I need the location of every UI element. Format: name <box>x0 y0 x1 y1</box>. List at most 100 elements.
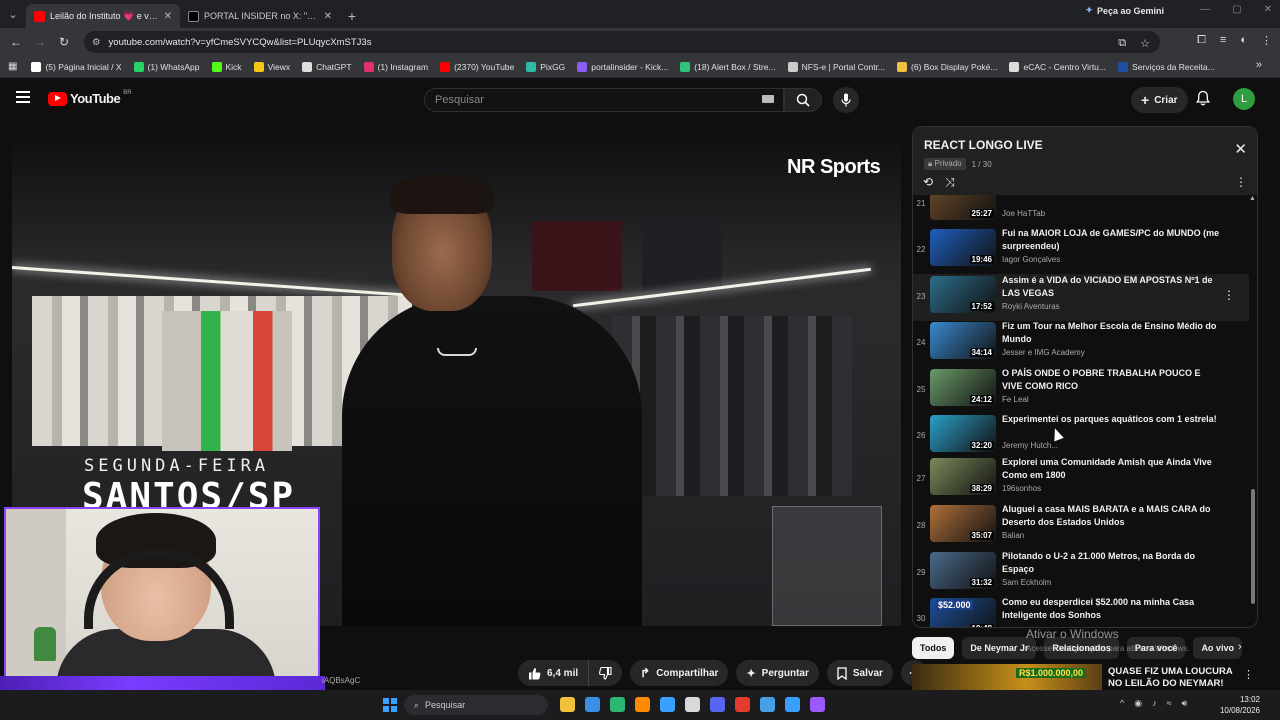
bookmark-item[interactable]: (6) Box Display Poké... <box>891 61 1003 72</box>
bookmark-item[interactable]: (18) Alert Box / Stre... <box>674 61 781 72</box>
playlist-item-thumbnail[interactable]: 25:27 <box>930 195 996 220</box>
dislike-button[interactable] <box>588 660 623 686</box>
account-avatar[interactable]: L <box>1233 88 1255 110</box>
taskbar-app-icon[interactable] <box>760 697 775 712</box>
playlist-item-title[interactable]: Pilotando o U-2 a 21.000 Metros, na Bord… <box>1002 550 1220 576</box>
tab-active[interactable]: Leilão do Instituto 💗 e viagem ✕ <box>26 4 180 28</box>
playlist-item-thumbnail[interactable]: 32:20 <box>930 415 996 452</box>
notifications-button[interactable] <box>1196 90 1210 111</box>
playlist-item[interactable]: 27 38:29 Explorei uma Comunidade Amish que… <box>913 456 1249 503</box>
playlist-item-thumbnail[interactable]: 19:46 <box>930 229 996 266</box>
playlist-item-thumbnail[interactable]: 31:32 <box>930 552 996 589</box>
playlist-item-thumbnail[interactable]: 17:52 <box>930 276 996 313</box>
bookmarks-overflow-icon[interactable]: » <box>1256 59 1262 71</box>
taskbar-app-icon[interactable] <box>810 697 825 712</box>
maximize-button[interactable]: ▢ <box>1232 4 1241 15</box>
playlist-item-thumbnail[interactable]: 38:29 <box>930 458 996 495</box>
playlist-item-title[interactable]: Experimentei os parques aquáticos com 1 … <box>1002 413 1220 426</box>
youtube-logo[interactable]: YouTube BR <box>48 90 132 106</box>
close-playlist-icon[interactable]: ✕ <box>1234 140 1247 158</box>
chips-next-icon[interactable]: › <box>1238 641 1242 653</box>
site-info-icon[interactable]: ⚙ <box>92 37 101 48</box>
bookmark-item[interactable]: Viewx <box>248 61 297 72</box>
playlist-item-title[interactable]: Assim é a VIDA do VICIADO EM APOSTAS Nº1… <box>1002 274 1220 300</box>
bookmark-item[interactable]: (5) Página Inicial / X <box>25 61 127 72</box>
playlist-item[interactable]: 28 35:07 Aluguei a casa MAIS BARATA e a MA… <box>913 503 1249 550</box>
tab-inactive[interactable]: PORTAL INSIDER no X: "Con ✕ <box>180 4 340 28</box>
bookmark-item[interactable]: portalinsider - Kick... <box>571 61 674 72</box>
save-button[interactable]: Salvar <box>826 660 893 686</box>
tab-search-menu[interactable]: ⌄ <box>0 0 26 28</box>
bookmark-item[interactable]: Kick <box>206 61 248 72</box>
new-tab-button[interactable]: + <box>340 4 364 28</box>
playlist-item[interactable]: 29 31:32 Pilotando o U-2 a 21.000 Metros, … <box>913 550 1249 597</box>
address-bar[interactable]: ⚙ youtube.com/watch?v=yfCmeSVYCQw&list=P… <box>84 31 1160 53</box>
taskbar-app-icon[interactable] <box>560 697 575 712</box>
playlist-item-title[interactable]: Como eu desperdicei $52.000 na minha Cas… <box>1002 596 1220 622</box>
playlist-item-thumbnail[interactable]: 35:07 <box>930 505 996 542</box>
windows-start-icon[interactable] <box>383 698 397 712</box>
close-tab-icon[interactable]: ✕ <box>324 11 332 22</box>
apps-grid-icon[interactable]: ▦ <box>8 61 17 72</box>
taskbar-app-icon[interactable] <box>710 697 725 712</box>
taskbar-app-icon[interactable] <box>635 697 650 712</box>
bookmark-item[interactable]: NFS-e | Portal Contr... <box>782 61 891 72</box>
bookmark-item[interactable]: PixGG <box>520 61 571 72</box>
media-icon[interactable]: ≡ <box>1220 34 1226 47</box>
bookmark-star-icon[interactable]: ☆ <box>1140 37 1150 50</box>
bookmark-item[interactable]: ChatGPT <box>296 61 357 72</box>
chip-4[interactable]: Ao vivo <box>1193 637 1242 659</box>
taskbar-app-icon[interactable] <box>610 697 625 712</box>
playlist-scrollbar[interactable]: ▲ <box>1249 195 1256 625</box>
chip-0[interactable]: Todos <box>912 637 955 659</box>
playlist-item-thumbnail[interactable]: 34:14 <box>930 322 996 359</box>
more-vertical-icon[interactable]: ⋮ <box>1223 288 1235 302</box>
bookmark-item[interactable]: eCAC - Centro Virtu... <box>1003 61 1112 72</box>
bookmark-item[interactable]: (1) Instagram <box>358 61 435 72</box>
playlist-item[interactable]: 22 19:46 Fui na MAIOR LOJA de GAMES/PC do … <box>913 227 1249 274</box>
playlist-title[interactable]: REACT LONGO LIVE <box>924 138 1043 152</box>
bookmark-item[interactable]: (2370) YouTube <box>434 61 520 72</box>
taskbar-clock[interactable]: 13:02 10/08/2026 <box>1220 694 1260 716</box>
extensions-icon[interactable]: ⧠ <box>1197 34 1206 47</box>
playlist-item[interactable]: 2125:27PH(Não consigo esquecer o que vi)… <box>913 195 1249 228</box>
keyboard-icon[interactable] <box>762 95 774 103</box>
close-window-button[interactable]: ✕ <box>1264 4 1272 15</box>
playlist-item-title[interactable]: Aluguei a casa MAIS BARATA e a MAIS CARA… <box>1002 503 1220 529</box>
mic-tray-icon[interactable]: ♪ <box>1152 698 1157 709</box>
taskbar-app-icon[interactable] <box>785 697 800 712</box>
bookmark-item[interactable]: Serviços da Receita... <box>1112 61 1221 72</box>
loop-icon[interactable]: ⟲ <box>923 175 933 190</box>
playlist-item-title[interactable]: O PAÍS ONDE O POBRE TRABALHA POUCO E VIV… <box>1002 367 1220 393</box>
wifi-icon[interactable]: ≈ <box>1167 698 1172 709</box>
like-button[interactable]: 6,4 mil <box>518 660 589 686</box>
playlist-item[interactable]: 25 24:12 O PAÍS ONDE O POBRE TRABALHA POUC… <box>913 367 1249 414</box>
close-tab-icon[interactable]: ✕ <box>164 11 172 22</box>
reload-button[interactable]: ↻ <box>52 35 76 49</box>
bookmark-item[interactable]: (1) WhatsApp <box>128 61 206 72</box>
network-icon[interactable]: ◉ <box>1134 698 1142 709</box>
taskbar-app-icon[interactable] <box>585 697 600 712</box>
menu-icon[interactable] <box>16 91 30 106</box>
playlist-item-title[interactable]: Fui na MAIOR LOJA de GAMES/PC do MUNDO (… <box>1002 227 1220 253</box>
search-input[interactable]: Pesquisar <box>424 88 784 112</box>
ask-button[interactable]: ✦ Perguntar <box>736 660 819 686</box>
playlist-item[interactable]: 23 17:52 Assim é a VIDA do VICIADO EM APOS… <box>913 274 1249 321</box>
taskbar-app-icon[interactable] <box>660 697 675 712</box>
volume-icon[interactable]: 🔊︎ <box>1182 698 1188 709</box>
scrollbar-thumb[interactable] <box>1251 489 1255 604</box>
taskbar-app-icon[interactable] <box>685 697 700 712</box>
playlist-item-title[interactable]: Explorei uma Comunidade Amish que Ainda … <box>1002 456 1220 482</box>
playlist-item[interactable]: 24 34:14 Fiz um Tour na Melhor Escola de E… <box>913 320 1249 367</box>
chrome-menu-icon[interactable]: ⋮ <box>1261 34 1272 47</box>
install-app-icon[interactable]: ⧉ <box>1118 37 1126 50</box>
taskbar-search[interactable]: ⌕ Pesquisar <box>404 695 548 715</box>
create-button[interactable]: + Criar <box>1131 87 1188 113</box>
taskbar-app-icon[interactable] <box>735 697 750 712</box>
forward-button[interactable]: → <box>28 35 52 49</box>
back-button[interactable]: ← <box>4 35 28 49</box>
shuffle-icon[interactable]: ⤨ <box>945 175 955 190</box>
chevron-up-icon[interactable]: ^ <box>1120 698 1124 709</box>
profile-icon[interactable]: ◐ <box>1240 34 1247 47</box>
voice-search-button[interactable] <box>833 87 859 113</box>
